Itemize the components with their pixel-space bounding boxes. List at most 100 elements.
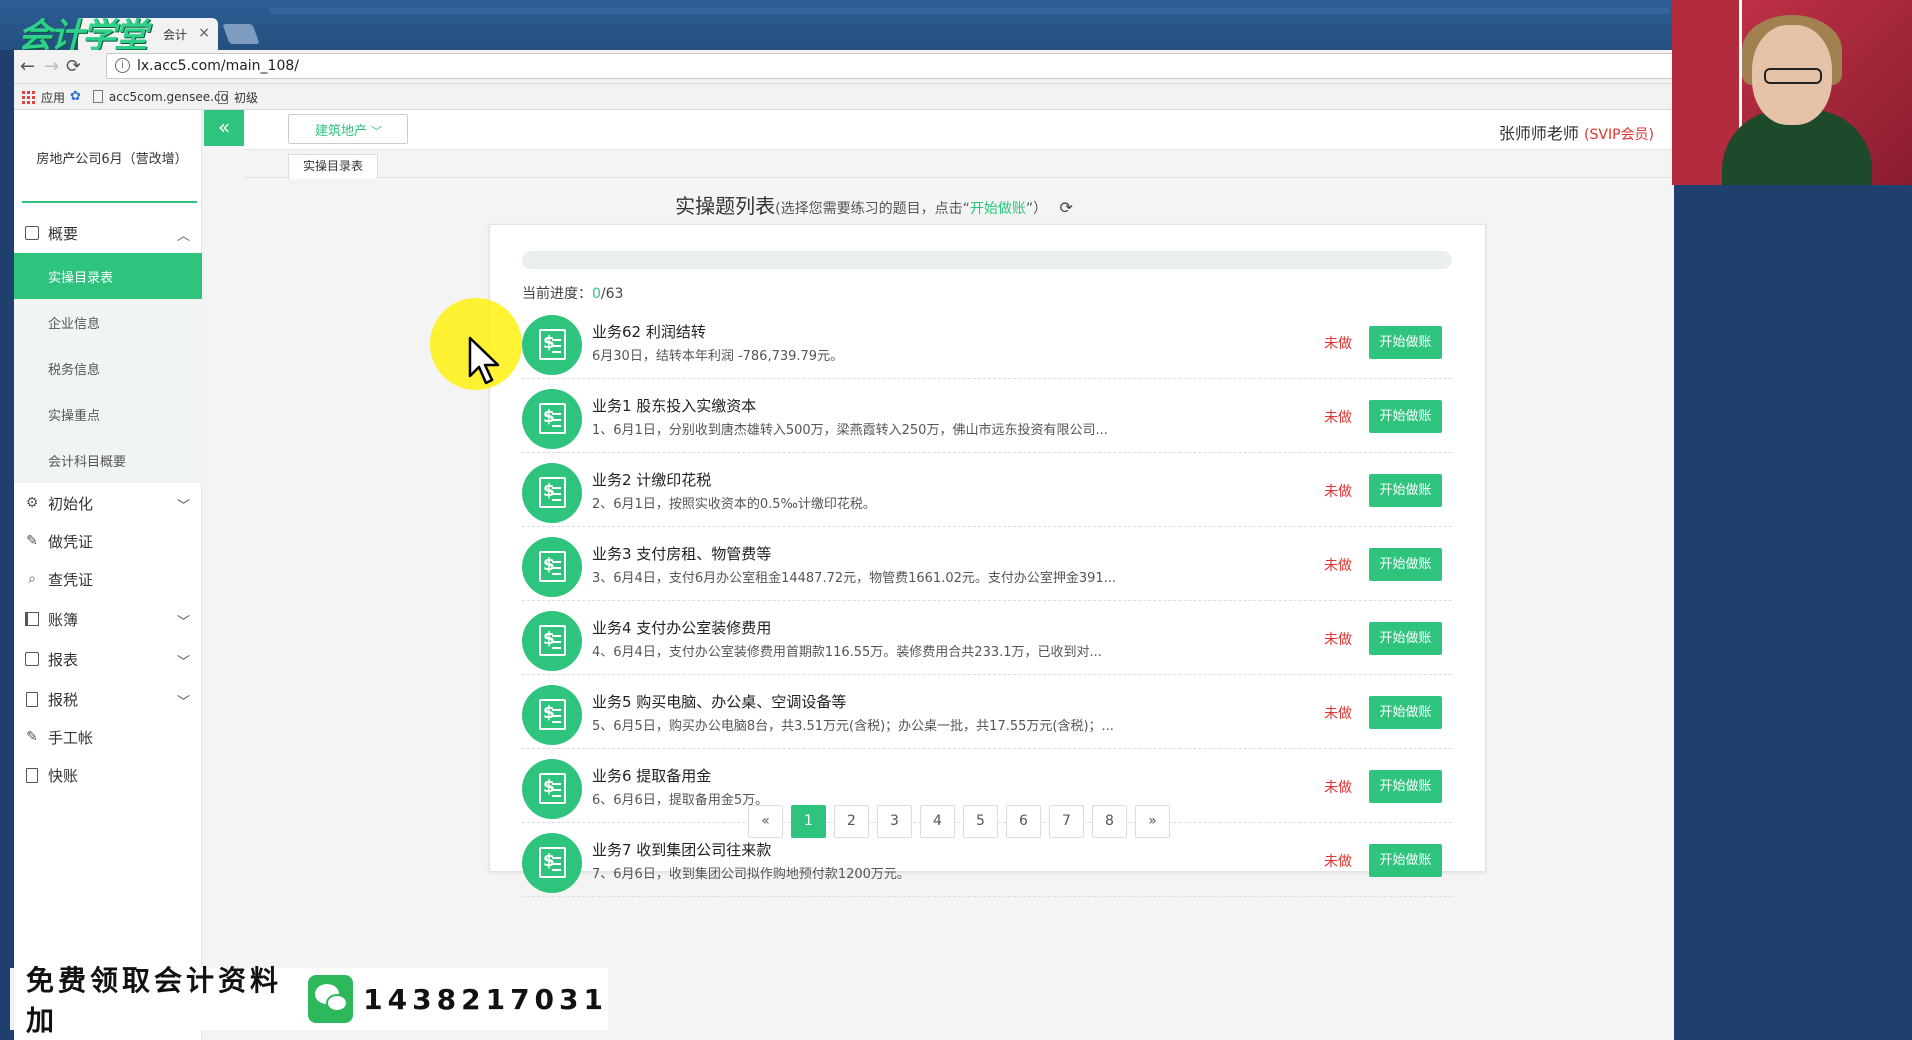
app-page: 房地产公司6月（营改增） 概要 ︿ 实操目录表 企业信息 税务信息 实操重点 会… bbox=[14, 110, 1674, 1040]
sidebar-item-make-voucher[interactable]: ✎ 做凭证 bbox=[14, 521, 202, 561]
task-title[interactable]: 业务6 提取备用金 bbox=[592, 765, 711, 786]
info-icon[interactable]: i bbox=[115, 58, 130, 73]
collapse-sidebar-button[interactable]: « bbox=[204, 110, 244, 146]
bookmark-gensee[interactable]: ✿ acc5com.gensee.co bbox=[70, 89, 228, 104]
subtab-bar: 实操目录表 bbox=[244, 150, 1674, 179]
browser-toolbar: ← → ⟳ i lx.acc5.com/main_108/ bbox=[14, 50, 1681, 84]
apps-grid-icon bbox=[22, 91, 35, 104]
start-bookkeeping-button[interactable]: 开始做账 bbox=[1369, 548, 1442, 581]
page-number-button[interactable]: 5 bbox=[963, 805, 998, 838]
dashboard-icon bbox=[24, 225, 40, 241]
document-icon bbox=[24, 691, 40, 707]
bookmark-label: 应用 bbox=[41, 91, 66, 105]
progress-label: 当前进度： bbox=[522, 286, 592, 302]
bookmark-apps[interactable]: 应用 bbox=[22, 89, 65, 106]
refresh-icon[interactable]: ⟳ bbox=[1059, 198, 1072, 217]
chevron-up-icon: ︿ bbox=[176, 229, 190, 244]
teacher-name: 张师师老师 bbox=[1498, 124, 1579, 143]
sidebar-item-search-voucher[interactable]: ⌕ 查凭证 bbox=[14, 559, 202, 599]
webcam-overlay bbox=[1672, 0, 1912, 185]
start-bookkeeping-button[interactable]: 开始做账 bbox=[1369, 622, 1442, 655]
reload-icon[interactable]: ⟳ bbox=[66, 56, 81, 77]
sidebar-item-manual-ledger[interactable]: ✎ 手工帐 bbox=[14, 717, 202, 757]
company-name: 房地产公司6月（营改增） bbox=[36, 152, 188, 167]
task-title[interactable]: 业务3 支付房租、物管费等 bbox=[592, 543, 771, 564]
page-number-button[interactable]: 7 bbox=[1049, 805, 1084, 838]
chevron-down-icon: ﹀ bbox=[371, 125, 383, 138]
address-bar[interactable]: i lx.acc5.com/main_108/ bbox=[106, 53, 1681, 79]
task-title[interactable]: 业务62 利润结转 bbox=[592, 321, 706, 342]
hint-prefix: (选择您需要练习的题目，点击“ bbox=[775, 201, 970, 217]
page-number-button[interactable]: 3 bbox=[877, 805, 912, 838]
sidebar-item-initialize[interactable]: ⚙ 初始化 ﹀ bbox=[14, 483, 202, 523]
task-title[interactable]: 业务2 计缴印花税 bbox=[592, 469, 711, 490]
back-arrow-icon[interactable]: ← bbox=[20, 56, 35, 77]
page-number-button[interactable]: 4 bbox=[920, 805, 955, 838]
sidebar-item-label: 查凭证 bbox=[48, 570, 94, 589]
new-tab-button[interactable] bbox=[222, 24, 260, 44]
pagination: «1 2 3 4 5 6 7 8» bbox=[748, 805, 1170, 838]
start-bookkeeping-button[interactable]: 开始做账 bbox=[1369, 696, 1442, 729]
start-bookkeeping-button[interactable]: 开始做账 bbox=[1369, 844, 1442, 877]
topbar: 建筑地产 ﹀ 张师师老师 (SVIP会员) bbox=[244, 110, 1674, 150]
start-bookkeeping-button[interactable]: 开始做账 bbox=[1369, 326, 1442, 359]
page-number-button[interactable]: 1 bbox=[791, 805, 826, 838]
task-row: $ 业务4 支付办公室装修费用 4、6月4日，支付办公室装修费用首期款116.55万… bbox=[522, 601, 1452, 675]
sidebar: 房地产公司6月（营改增） 概要 ︿ 实操目录表 企业信息 税务信息 实操重点 会… bbox=[14, 110, 202, 1040]
task-status: 未做 bbox=[1324, 558, 1352, 574]
tab-close-icon[interactable]: × bbox=[198, 25, 210, 41]
sidebar-subitem-practice-catalog[interactable]: 实操目录表 bbox=[14, 253, 202, 299]
task-row: $ 业务62 利润结转 6月30日，结转本年利润 -786,739.79元。 未做 开始… bbox=[522, 305, 1452, 379]
page-prev-button[interactable]: « bbox=[748, 805, 783, 838]
task-description: 4、6月4日，支付办公室装修费用首期款116.55万。装修费用合共233.1万，… bbox=[592, 645, 1102, 660]
sidebar-item-label: 报税 bbox=[48, 690, 79, 709]
gear-icon: ⚙ bbox=[25, 495, 39, 511]
sidebar-item-reports[interactable]: 报表 ﹀ bbox=[14, 639, 202, 679]
sidebar-subitem-accounts-overview[interactable]: 会计科目概要 bbox=[14, 437, 202, 483]
page-number-button[interactable]: 6 bbox=[1006, 805, 1041, 838]
task-title[interactable]: 业务4 支付办公室装修费用 bbox=[592, 617, 771, 638]
task-description: 5、6月5日，购买办公电脑8台，共3.51万元(含税)；办公桌一批，共17.55… bbox=[592, 719, 1114, 734]
sidebar-subitem-key-points[interactable]: 实操重点 bbox=[14, 391, 202, 437]
task-title[interactable]: 业务5 购买电脑、办公桌、空调设备等 bbox=[592, 691, 846, 712]
task-row: $ 业务5 购买电脑、办公桌、空调设备等 5、6月5日，购买办公电脑8台，共3.51… bbox=[522, 675, 1452, 749]
book-icon bbox=[24, 611, 40, 627]
bill-icon: $ bbox=[522, 463, 582, 523]
title-strip bbox=[270, 8, 1670, 14]
nav-group-overview: 概要 ︿ 实操目录表 企业信息 税务信息 实操重点 会计科目概要 ⚙ 初始化 ﹀… bbox=[14, 213, 202, 795]
task-description: 7、6月6日，收到集团公司拟作购地预付款1200万元。 bbox=[592, 867, 910, 882]
start-bookkeeping-button[interactable]: 开始做账 bbox=[1369, 474, 1442, 507]
start-bookkeeping-button[interactable]: 开始做账 bbox=[1369, 770, 1442, 803]
task-description: 2、6月1日，按照实收资本的0.5‰计缴印花税。 bbox=[592, 497, 876, 512]
promo-text: 免费领取会计资料加 bbox=[26, 964, 283, 1037]
sidebar-subitem-tax-info[interactable]: 税务信息 bbox=[14, 345, 202, 391]
webcam-glasses bbox=[1764, 68, 1822, 84]
task-list-card: 当前进度：0/63 $ 业务62 利润结转 6月30日，结转本年利润 -786,73… bbox=[489, 224, 1486, 897]
list-heading: 实操题列表(选择您需要练习的题目，点击“开始做账”） ⟳ bbox=[14, 190, 1674, 219]
bookmark-beginner[interactable]: 初级 bbox=[218, 89, 258, 106]
sidebar-item-ledger[interactable]: 账簿 ﹀ bbox=[14, 599, 202, 639]
bill-icon: $ bbox=[522, 685, 582, 745]
forward-arrow-icon[interactable]: → bbox=[44, 56, 59, 77]
progress-bar bbox=[522, 251, 1452, 269]
page-number-button[interactable]: 2 bbox=[834, 805, 869, 838]
sidebar-item-label: 账簿 bbox=[48, 610, 79, 629]
tab-practice-catalog[interactable]: 实操目录表 bbox=[288, 154, 378, 179]
bookmarks-bar: 应用 ✿ acc5com.gensee.co 初级 bbox=[14, 84, 1674, 110]
user-info[interactable]: 张师师老师 (SVIP会员) bbox=[1499, 120, 1654, 144]
start-bookkeeping-button[interactable]: 开始做账 bbox=[1369, 400, 1442, 433]
task-title[interactable]: 业务7 收到集团公司往来款 bbox=[592, 839, 771, 860]
sidebar-item-tax-filing[interactable]: 报税 ﹀ bbox=[14, 679, 202, 719]
sidebar-subitem-company-info[interactable]: 企业信息 bbox=[14, 299, 202, 345]
task-status: 未做 bbox=[1324, 706, 1352, 722]
page-title: 实操题列表 bbox=[675, 194, 776, 218]
sidebar-item-label: 做凭证 bbox=[48, 532, 94, 551]
sidebar-item-overview[interactable]: 概要 ︿ bbox=[14, 213, 202, 253]
sidebar-item-label: 报表 bbox=[48, 650, 79, 669]
category-dropdown[interactable]: 建筑地产 ﹀ bbox=[288, 114, 408, 144]
sidebar-item-quick-ledger[interactable]: 快账 bbox=[14, 755, 202, 795]
task-title[interactable]: 业务1 股东投入实缴资本 bbox=[592, 395, 756, 416]
chevron-down-icon: ﹀ bbox=[176, 615, 190, 630]
page-next-button[interactable]: » bbox=[1135, 805, 1170, 838]
page-number-button[interactable]: 8 bbox=[1092, 805, 1127, 838]
